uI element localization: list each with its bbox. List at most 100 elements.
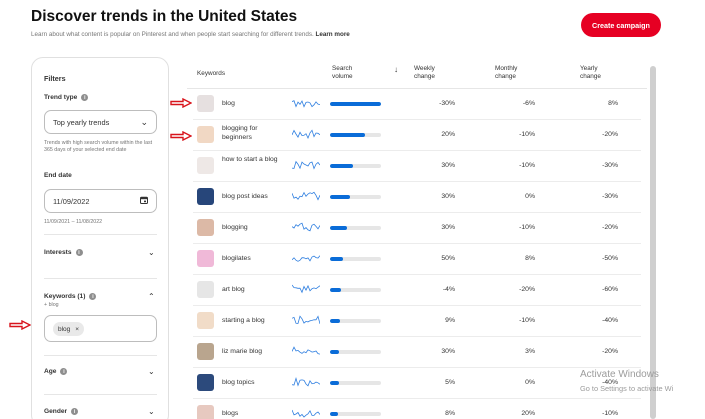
monthly-change-value: 20% (521, 410, 535, 417)
chevron-down-icon[interactable]: ⌄ (148, 248, 155, 257)
yearly-change-value: -20% (602, 348, 618, 355)
keywords-header[interactable]: Keywords (197, 70, 225, 78)
trend-sparkline (292, 346, 320, 355)
table-row[interactable]: liz marie blog 30% 3% -20% (193, 337, 641, 368)
table-row[interactable]: starting a blog 9% -10% -40% (193, 306, 641, 337)
trend-type-select[interactable]: Top yearly trends ⌄ (44, 110, 157, 134)
monthly-change-value: -20% (519, 286, 535, 293)
search-volume-bar (330, 412, 381, 416)
search-volume-fill (330, 164, 354, 168)
keyword-thumbnail (197, 126, 214, 143)
search-volume-fill (330, 288, 342, 292)
weekly-change-header[interactable]: Weekly change (414, 65, 435, 81)
red-arrow-icon (170, 98, 192, 108)
yearly-change-value: -60% (602, 286, 618, 293)
table-row[interactable]: blogilates 50% 8% -50% (193, 244, 641, 275)
weekly-change-value: -30% (439, 100, 455, 107)
keyword-thumbnail (197, 405, 214, 419)
trend-type-note: Trends with high search volume within th… (44, 140, 153, 153)
table-row[interactable]: blogging 30% -10% -20% (193, 213, 641, 244)
trend-sparkline (292, 284, 320, 294)
info-icon[interactable]: i (71, 408, 79, 415)
trend-sparkline (292, 222, 320, 232)
keyword-text[interactable]: blogilates (222, 255, 284, 264)
search-volume-bar (330, 226, 381, 230)
yearly-change-value: -40% (602, 317, 618, 324)
search-volume-bar (330, 381, 381, 385)
search-volume-bar (330, 164, 381, 168)
weekly-change-value: 8% (445, 410, 455, 417)
activate-windows-subtitle: Go to Settings to activate Wi (580, 384, 674, 393)
keyword-text[interactable]: art blog (222, 286, 284, 295)
search-volume-fill (330, 102, 381, 106)
table-row[interactable]: art blog -4% -20% -60% (193, 275, 641, 306)
keyword-chip[interactable]: blog × (53, 322, 85, 336)
keyword-text[interactable]: blogging for beginners (222, 125, 284, 142)
keywords-input[interactable]: blog × (44, 315, 157, 342)
monthly-change-value: 0% (525, 193, 535, 200)
keyword-text[interactable]: how to start a blog (222, 156, 284, 165)
yearly-change-header[interactable]: Yearly change (580, 65, 601, 81)
gender-filter[interactable]: Gender i (44, 408, 79, 415)
keyword-text[interactable]: liz marie blog (222, 348, 284, 357)
end-date-input[interactable]: 11/09/2022 (44, 189, 157, 213)
keyword-thumbnail (197, 374, 214, 391)
trend-sparkline (292, 100, 320, 108)
chevron-up-icon[interactable]: ⌃ (148, 292, 155, 301)
table-row[interactable]: how to start a blog 30% -10% -30% (193, 151, 641, 182)
close-icon[interactable]: × (75, 326, 79, 333)
table-row[interactable]: blog topics 5% 0% -40% (193, 368, 641, 399)
search-volume-fill (330, 226, 348, 230)
keyword-text[interactable]: blog post ideas (222, 193, 284, 202)
learn-more-link[interactable]: Learn more (315, 31, 349, 38)
weekly-change-value: 30% (441, 224, 455, 231)
yearly-change-value: -20% (602, 131, 618, 138)
monthly-change-header[interactable]: Monthly change (495, 65, 517, 81)
keywords-filter[interactable]: Keywords (1) i (44, 293, 97, 300)
search-volume-bar (330, 195, 381, 199)
filters-panel: Filters Trend type i Top yearly trends ⌄… (31, 57, 169, 419)
weekly-change-value: -4% (442, 286, 455, 293)
sort-arrow-icon[interactable]: ↓ (394, 66, 398, 74)
divider (44, 355, 157, 356)
trend-sparkline (292, 129, 320, 140)
keyword-text[interactable]: blog topics (222, 379, 284, 388)
monthly-change-value: -10% (519, 317, 535, 324)
info-icon[interactable]: i (81, 94, 89, 101)
activate-windows-title: Activate Windows (580, 369, 659, 380)
search-volume-bar (330, 350, 381, 354)
keyword-text[interactable]: blog (222, 100, 284, 109)
trend-sparkline (292, 191, 320, 201)
info-icon[interactable]: i (60, 368, 68, 375)
table-header: Keywords Search volume ↓ Weekly change M… (187, 57, 647, 89)
keyword-text[interactable]: blogging (222, 224, 284, 233)
chevron-down-icon[interactable]: ⌄ (148, 407, 155, 416)
table-row[interactable]: blogs 8% 20% -10% (193, 399, 641, 419)
table-row[interactable]: blogging for beginners 20% -10% -20% (193, 120, 641, 151)
table-row[interactable]: blog -30% -6% 8% (193, 89, 641, 120)
search-volume-fill (330, 133, 365, 137)
monthly-change-value: -10% (519, 131, 535, 138)
search-volume-bar (330, 133, 381, 137)
calendar-icon[interactable] (140, 196, 148, 206)
interests-filter[interactable]: Interests i (44, 249, 83, 256)
search-volume-bar (330, 288, 381, 292)
age-filter[interactable]: Age i (44, 368, 68, 375)
keyword-text[interactable]: blogs (222, 410, 284, 419)
table-scrollbar[interactable] (650, 66, 656, 419)
info-icon[interactable]: i (89, 293, 97, 300)
monthly-change-value: -10% (519, 162, 535, 169)
chevron-down-icon[interactable]: ⌄ (148, 367, 155, 376)
monthly-change-value: -6% (522, 100, 535, 107)
search-volume-fill (330, 195, 351, 199)
create-campaign-button[interactable]: Create campaign (581, 13, 661, 37)
keyword-text[interactable]: starting a blog (222, 317, 284, 326)
monthly-change-value: 0% (525, 379, 535, 386)
search-volume-fill (330, 350, 340, 354)
weekly-change-value: 30% (441, 348, 455, 355)
table-row[interactable]: blog post ideas 30% 0% -30% (193, 182, 641, 213)
search-volume-bar (330, 257, 381, 261)
monthly-change-value: -10% (519, 224, 535, 231)
info-icon[interactable]: i (75, 249, 83, 256)
search-volume-header[interactable]: Search volume (332, 65, 353, 81)
